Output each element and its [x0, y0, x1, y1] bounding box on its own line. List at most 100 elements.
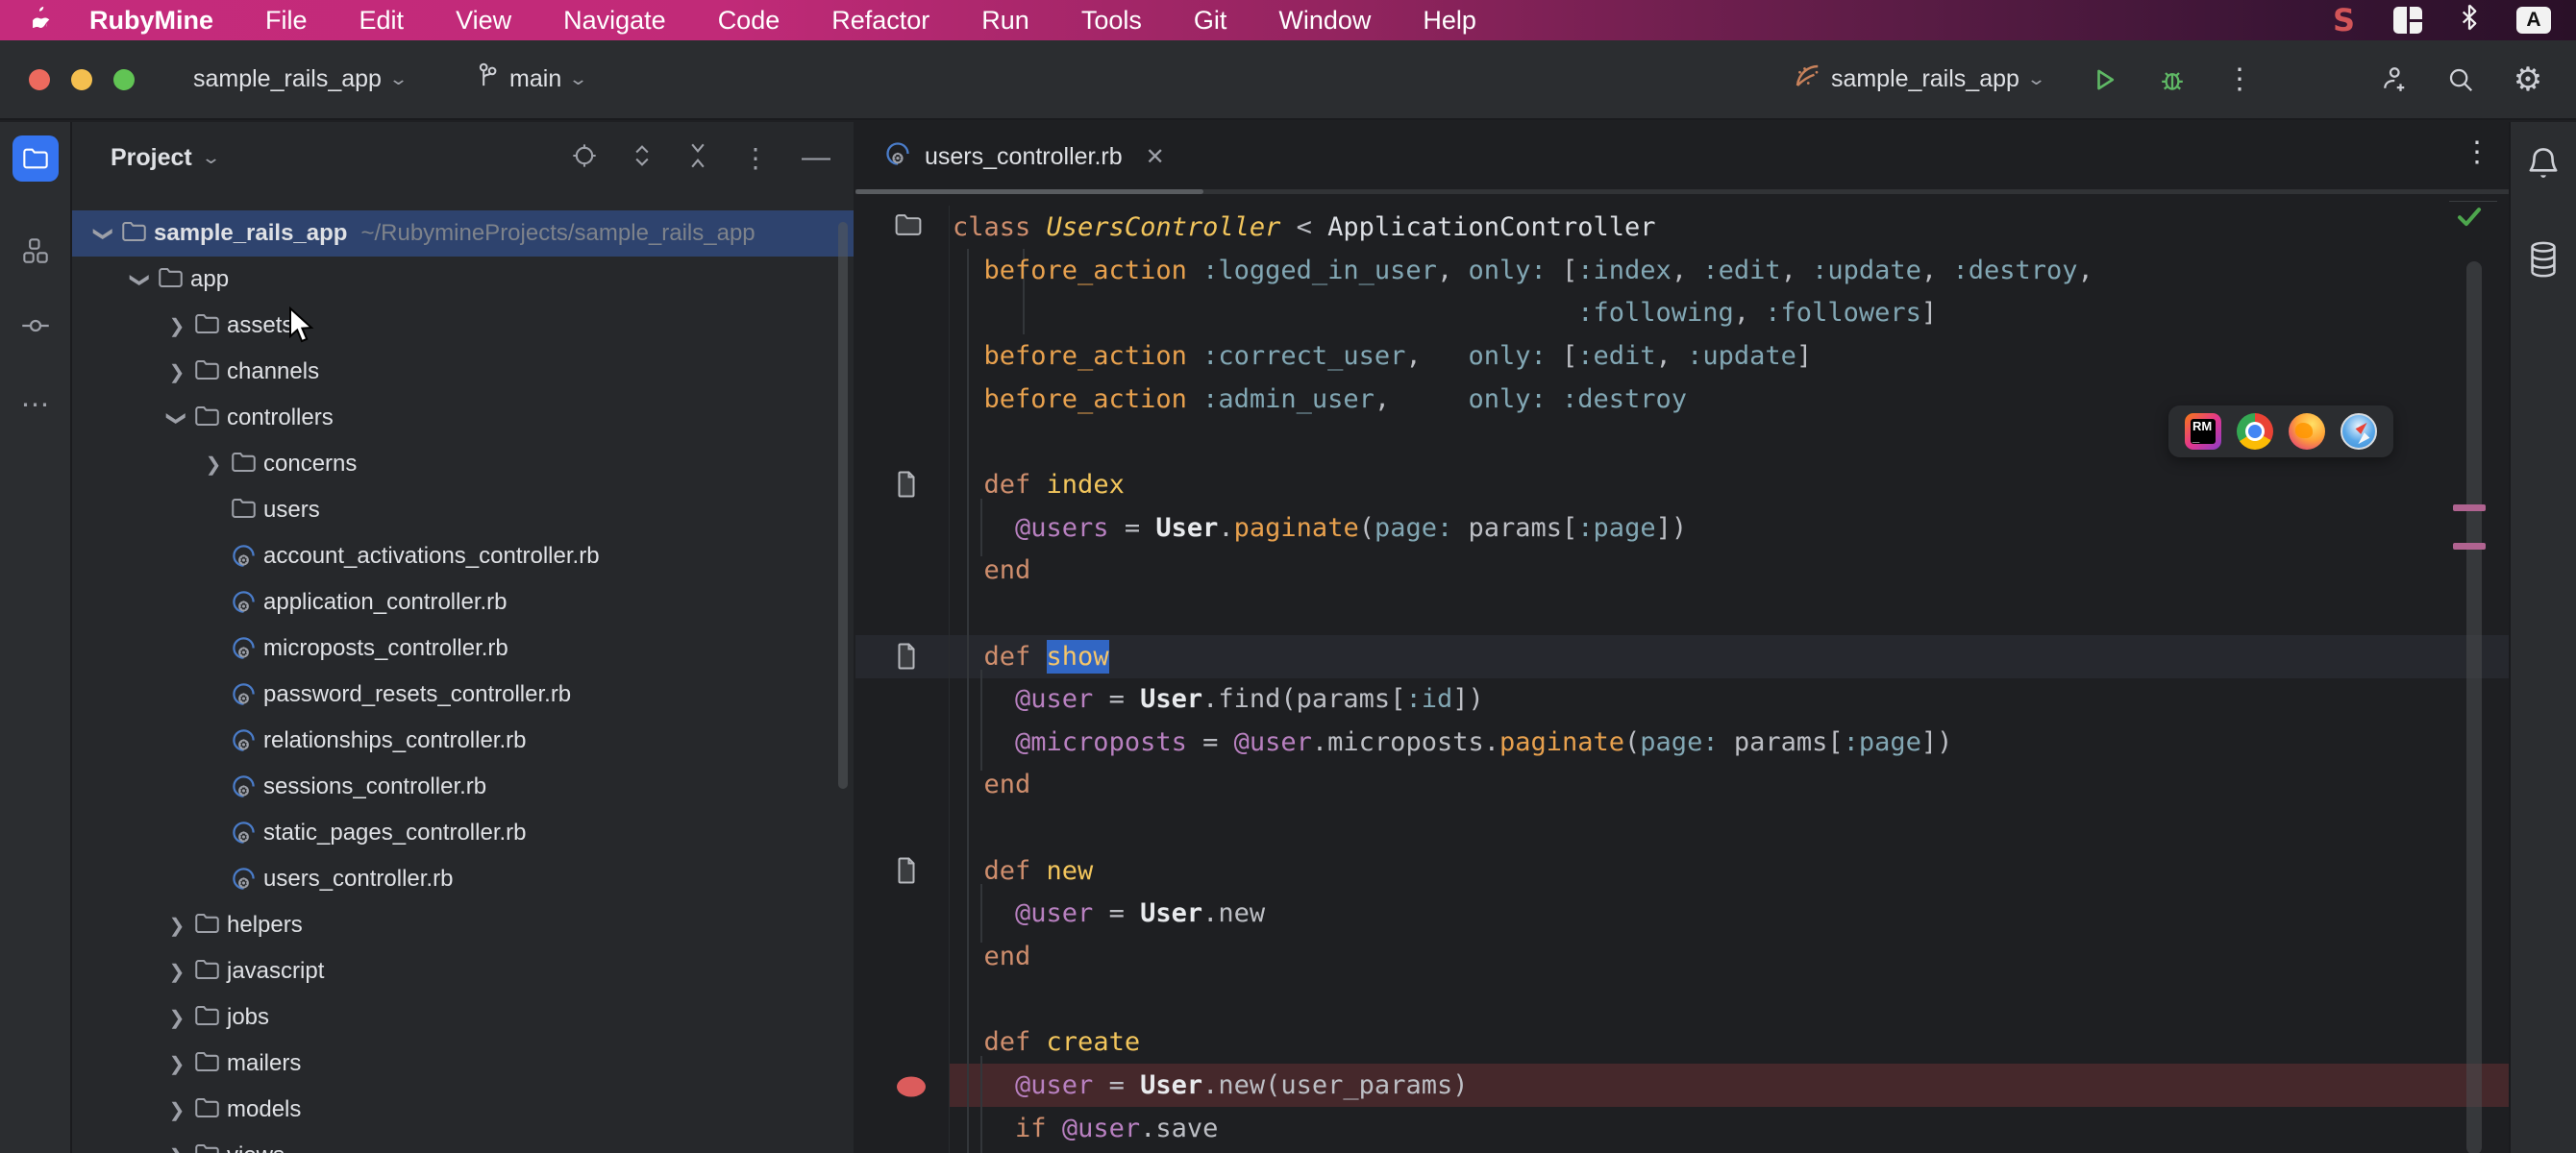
project-tree-scrollbar[interactable]: [838, 222, 848, 789]
code-line-21[interactable]: @user = User.new(user_params): [953, 1064, 1468, 1107]
chevron-down-icon[interactable]: ❯: [92, 224, 116, 243]
code-line-8[interactable]: @users = User.paginate(page: params[:pag…: [953, 506, 1687, 550]
menu-item-git[interactable]: Git: [1168, 0, 1253, 40]
error-stripe-mark[interactable]: [2453, 504, 2486, 511]
inspections-ok-icon[interactable]: [2455, 202, 2484, 235]
code-line-11[interactable]: def show: [953, 635, 1109, 678]
code-line-9[interactable]: end: [953, 549, 1030, 592]
menu-item-rubymine[interactable]: RubyMine: [63, 0, 239, 40]
chevron-right-icon[interactable]: ❯: [167, 360, 186, 384]
error-stripe-mark[interactable]: [2453, 543, 2486, 550]
menu-item-run[interactable]: Run: [955, 0, 1055, 40]
locate-file-icon[interactable]: [571, 142, 598, 174]
code-line-13[interactable]: @microposts = @user.microposts.paginate(…: [953, 721, 1952, 764]
chevron-right-icon[interactable]: ❯: [204, 453, 223, 477]
menu-item-code[interactable]: Code: [692, 0, 806, 40]
gutter-bookmark-icon[interactable]: [894, 470, 919, 503]
more-tool-windows-button[interactable]: ⋯: [12, 381, 59, 428]
menu-item-help[interactable]: Help: [1397, 0, 1502, 40]
menu-item-view[interactable]: View: [430, 0, 537, 40]
tree-row-relationships-controller-rb[interactable]: relationships_controller.rb: [72, 718, 854, 764]
code-line-12[interactable]: @user = User.find(params[:id]): [953, 677, 1484, 721]
chevron-right-icon[interactable]: ❯: [167, 960, 186, 984]
project-widget[interactable]: sample_rails_app ⌄: [178, 56, 421, 103]
code-line-17[interactable]: @user = User.new: [953, 892, 1265, 935]
chevron-right-icon[interactable]: ❯: [167, 1052, 186, 1076]
minimize-window-button[interactable]: [71, 69, 92, 90]
tree-row-views[interactable]: ❯views: [72, 1133, 854, 1153]
code-line-1[interactable]: class UsersController < ApplicationContr…: [953, 206, 1656, 249]
settings-gear-icon[interactable]: ⚙: [2507, 59, 2549, 101]
database-icon[interactable]: [2526, 240, 2561, 283]
more-icon[interactable]: ⋮: [742, 142, 769, 174]
code-line-14[interactable]: end: [953, 763, 1030, 806]
code-line-22[interactable]: if @user.save: [953, 1107, 1218, 1150]
structure-tool-button[interactable]: [12, 228, 59, 274]
code-line-2[interactable]: before_action :logged_in_user, only: [:i…: [953, 249, 2093, 292]
run-configuration-widget[interactable]: sample_rails_app ⌄: [1777, 52, 2059, 107]
menu-item-window[interactable]: Window: [1252, 0, 1397, 40]
code-line-5[interactable]: before_action :admin_user, only: :destro…: [953, 378, 1687, 421]
tree-row-users[interactable]: users: [72, 487, 854, 533]
close-window-button[interactable]: [29, 69, 50, 90]
tree-row-mailers[interactable]: ❯mailers: [72, 1041, 854, 1087]
chevron-down-icon[interactable]: ❯: [165, 408, 189, 428]
menu-item-refactor[interactable]: Refactor: [805, 0, 955, 40]
keyboard-layout-indicator[interactable]: A: [2516, 7, 2551, 34]
chrome-icon[interactable]: [2237, 413, 2273, 450]
menu-item-tools[interactable]: Tools: [1055, 0, 1168, 40]
chevron-down-icon[interactable]: ❯: [129, 270, 153, 289]
tree-row-app[interactable]: ❯app: [72, 257, 854, 303]
chevron-right-icon[interactable]: ❯: [167, 1144, 186, 1153]
code-line-18[interactable]: end: [953, 935, 1030, 978]
code-line-4[interactable]: before_action :correct_user, only: [:edi…: [953, 334, 1812, 378]
run-button[interactable]: [2084, 59, 2126, 101]
tree-row-controllers[interactable]: ❯controllers: [72, 395, 854, 441]
breakpoint-icon[interactable]: [894, 1074, 929, 1104]
tree-row-account-activations-controller-rb[interactable]: account_activations_controller.rb: [72, 533, 854, 579]
tree-row-static-pages-controller-rb[interactable]: static_pages_controller.rb: [72, 810, 854, 856]
window-layout-icon[interactable]: [2393, 7, 2422, 34]
collapse-all-icon[interactable]: [686, 142, 709, 174]
tree-row-sample-rails-app[interactable]: ❯sample_rails_app~/RubymineProjects/samp…: [72, 210, 854, 257]
menu-item-file[interactable]: File: [239, 0, 334, 40]
chevron-right-icon[interactable]: ❯: [167, 314, 186, 338]
code-line-7[interactable]: def index: [953, 463, 1125, 506]
tree-row-models[interactable]: ❯models: [72, 1087, 854, 1133]
notifications-bell-icon[interactable]: [2526, 145, 2561, 186]
project-panel-title[interactable]: Project: [111, 144, 192, 172]
expand-all-icon[interactable]: [631, 142, 654, 174]
tree-row-password-resets-controller-rb[interactable]: password_resets_controller.rb: [72, 672, 854, 718]
hide-panel-icon[interactable]: —: [802, 141, 830, 174]
tree-row-assets[interactable]: ❯assets: [72, 303, 854, 349]
fullscreen-window-button[interactable]: [113, 69, 135, 90]
code-line-16[interactable]: def new: [953, 849, 1093, 893]
tree-row-microposts-controller-rb[interactable]: microposts_controller.rb: [72, 626, 854, 672]
tree-row-helpers[interactable]: ❯helpers: [72, 902, 854, 948]
safari-icon[interactable]: [2341, 413, 2377, 450]
project-tool-button[interactable]: [12, 135, 59, 182]
chevron-down-icon[interactable]: ⌄: [201, 148, 221, 168]
branch-widget[interactable]: main ⌄: [459, 53, 601, 106]
tree-row-channels[interactable]: ❯channels: [72, 349, 854, 395]
code-line-3[interactable]: :following, :followers]: [953, 291, 1937, 334]
tree-row-sessions-controller-rb[interactable]: sessions_controller.rb: [72, 764, 854, 810]
chevron-right-icon[interactable]: ❯: [167, 1006, 186, 1030]
code-line-23[interactable]: @user.send_activation_email: [953, 1149, 1468, 1153]
commit-tool-button[interactable]: [12, 303, 59, 349]
code-with-me-button[interactable]: [2372, 59, 2415, 101]
chevron-right-icon[interactable]: ❯: [167, 914, 186, 938]
tree-row-concerns[interactable]: ❯concerns: [72, 441, 854, 487]
tree-row-jobs[interactable]: ❯jobs: [72, 994, 854, 1041]
bluetooth-icon[interactable]: [2461, 4, 2478, 37]
apple-menu-icon[interactable]: [31, 7, 54, 34]
chevron-right-icon[interactable]: ❯: [167, 1098, 186, 1122]
debug-button[interactable]: [2151, 59, 2193, 101]
editor-scrollbar[interactable]: [2466, 261, 2482, 1153]
gutter-folder-icon[interactable]: [894, 212, 923, 242]
more-actions-button[interactable]: ⋮: [2218, 59, 2261, 101]
menu-item-navigate[interactable]: Navigate: [537, 0, 692, 40]
tree-row-users-controller-rb[interactable]: users_controller.rb: [72, 856, 854, 902]
menu-item-edit[interactable]: Edit: [334, 0, 431, 40]
gutter-bookmark-icon[interactable]: [894, 856, 919, 890]
